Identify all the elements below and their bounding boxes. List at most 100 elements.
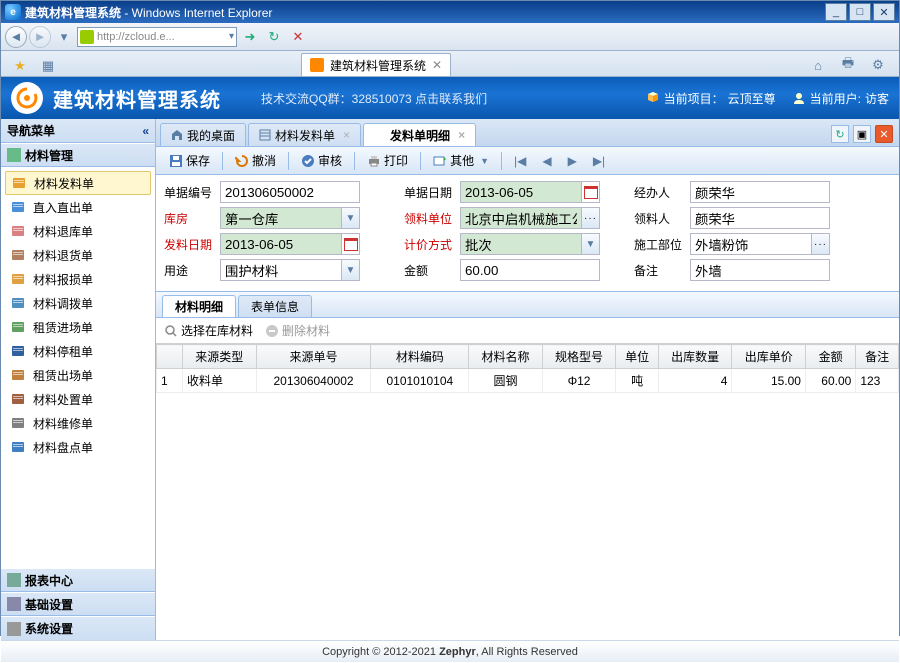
- grid-header-6[interactable]: 单位: [616, 345, 659, 369]
- site-icon: [80, 30, 94, 44]
- grid-header-2[interactable]: 来源单号: [256, 345, 371, 369]
- delete-icon: [265, 324, 279, 338]
- calc-method-dropdown[interactable]: ▼: [582, 233, 600, 255]
- sidebar-item-8[interactable]: 租赁出场单: [1, 363, 155, 387]
- current-user[interactable]: 当前用户:访客: [792, 90, 889, 107]
- feeds-icon[interactable]: ▦: [37, 55, 59, 77]
- dropdown-history[interactable]: ▾: [53, 26, 75, 48]
- bill-no-field[interactable]: [220, 181, 360, 203]
- grid-header-3[interactable]: 材料编码: [371, 345, 469, 369]
- save-button[interactable]: 保存: [162, 150, 217, 172]
- sidebar-section-material[interactable]: 材料管理: [1, 143, 155, 167]
- window-title: 建筑材料管理系统: [25, 6, 121, 20]
- first-record-button[interactable]: |◀: [507, 150, 533, 172]
- tab-form-info[interactable]: 表单信息: [238, 295, 312, 317]
- tab-icon: [171, 129, 183, 141]
- send-date-picker[interactable]: [342, 233, 360, 255]
- last-record-button[interactable]: ▶|: [586, 150, 612, 172]
- ie-tab[interactable]: 建筑材料管理系统 ✕: [301, 53, 451, 76]
- sidebar-item-4[interactable]: 材料报损单: [1, 267, 155, 291]
- calc-method-field[interactable]: [460, 233, 582, 255]
- sidebar-item-10[interactable]: 材料维修单: [1, 411, 155, 435]
- sidebar-item-2[interactable]: 材料退库单: [1, 219, 155, 243]
- grid-header-0[interactable]: [157, 345, 183, 369]
- print-menu-icon[interactable]: 🖶: [837, 54, 859, 76]
- grid-header-8[interactable]: 出库单价: [732, 345, 806, 369]
- delete-material-button[interactable]: 删除材料: [265, 322, 330, 339]
- current-project[interactable]: 当前项目：云顶至尊: [646, 90, 776, 107]
- tab-label: 材料发料单: [275, 127, 335, 144]
- send-date-field[interactable]: [220, 233, 342, 255]
- content-tab-1[interactable]: 材料发料单 ×: [248, 123, 361, 146]
- new-window-button[interactable]: ▣: [853, 125, 871, 143]
- sidebar-item-3[interactable]: 材料退货单: [1, 243, 155, 267]
- collapse-sidebar-icon[interactable]: «: [142, 124, 149, 138]
- minimize-button[interactable]: _: [825, 3, 847, 21]
- prev-record-button[interactable]: ◀: [535, 150, 558, 172]
- grid-header-10[interactable]: 备注: [856, 345, 899, 369]
- sidebar-item-5[interactable]: 材料调拨单: [1, 291, 155, 315]
- back-button[interactable]: ◄: [5, 26, 27, 48]
- amount-field[interactable]: [460, 259, 600, 281]
- favorites-icon[interactable]: ★: [9, 55, 31, 77]
- content-tab-2[interactable]: 发料单明细×: [363, 123, 476, 146]
- tab-material-detail[interactable]: 材料明细: [162, 295, 236, 317]
- grid-header-1[interactable]: 来源类型: [183, 345, 257, 369]
- recv-person-field[interactable]: [690, 207, 830, 229]
- content-tab-0[interactable]: 我的桌面: [160, 123, 246, 146]
- close-all-button[interactable]: ✕: [875, 125, 893, 143]
- usage-dropdown[interactable]: ▼: [342, 259, 360, 281]
- other-button[interactable]: 其他▼: [426, 150, 496, 172]
- recv-unit-field[interactable]: [460, 207, 582, 229]
- forward-button[interactable]: ►: [29, 26, 51, 48]
- sidebar-item-11[interactable]: 材料盘点单: [1, 435, 155, 459]
- tools-icon[interactable]: ⚙: [867, 54, 889, 76]
- warehouse-dropdown[interactable]: ▼: [342, 207, 360, 229]
- tab-close-icon[interactable]: ×: [458, 128, 465, 142]
- cancel-button[interactable]: 撤消: [228, 150, 283, 172]
- sidebar-item-1[interactable]: 直入直出单: [1, 195, 155, 219]
- send-date-label: 发料日期: [164, 236, 220, 253]
- sidebar-section-report[interactable]: 报表中心: [1, 568, 155, 592]
- grid-header-4[interactable]: 材料名称: [469, 345, 543, 369]
- sidebar-item-9[interactable]: 材料处置单: [1, 387, 155, 411]
- sidebar-section-basic[interactable]: 基础设置: [1, 592, 155, 616]
- sidebar-item-label: 材料退货单: [33, 247, 93, 264]
- tab-close-icon[interactable]: ×: [343, 128, 350, 142]
- refresh-tab-button[interactable]: ↻: [831, 125, 849, 143]
- select-stock-button[interactable]: 选择在库材料: [164, 322, 253, 339]
- recv-unit-lookup[interactable]: ···: [582, 207, 600, 229]
- grid-header-9[interactable]: 金额: [805, 345, 855, 369]
- grid-header-7[interactable]: 出库数量: [658, 345, 732, 369]
- app-header: 建筑材料管理系统 技术交流QQ群：328510073 点击联系我们 当前项目：云…: [1, 77, 899, 119]
- refresh-button[interactable]: ↻: [263, 26, 285, 48]
- stop-button[interactable]: ✕: [287, 26, 309, 48]
- ie-tab-close[interactable]: ✕: [432, 58, 442, 72]
- qq-group-info[interactable]: 技术交流QQ群：328510073 点击联系我们: [261, 90, 487, 107]
- handler-label: 经办人: [634, 184, 690, 201]
- warehouse-field[interactable]: [220, 207, 342, 229]
- close-window-button[interactable]: ✕: [873, 3, 895, 21]
- dept-lookup[interactable]: ···: [812, 233, 830, 255]
- maximize-button[interactable]: □: [849, 3, 871, 21]
- dept-field[interactable]: [690, 233, 812, 255]
- print-button[interactable]: 打印: [360, 150, 415, 172]
- sidebar-item-6[interactable]: 租赁进场单: [1, 315, 155, 339]
- usage-field[interactable]: [220, 259, 342, 281]
- sidebar-item-icon: [11, 440, 27, 454]
- table-row[interactable]: 1收料单2013060400020101010104圆钢Φ12吨415.0060…: [157, 369, 899, 393]
- go-button[interactable]: ➜: [239, 26, 261, 48]
- next-record-button[interactable]: ▶: [561, 150, 584, 172]
- bill-date-field[interactable]: [460, 181, 582, 203]
- audit-button[interactable]: 审核: [294, 150, 349, 172]
- remark-field[interactable]: [690, 259, 830, 281]
- home-icon[interactable]: ⌂: [807, 54, 829, 76]
- bill-date-picker[interactable]: [582, 181, 600, 203]
- sidebar-section-system[interactable]: 系统设置: [1, 616, 155, 640]
- sidebar-item-0[interactable]: 材料发料单: [5, 171, 151, 195]
- handler-field[interactable]: [690, 181, 830, 203]
- address-bar[interactable]: http://zcloud.e... ▾: [77, 27, 237, 47]
- ie-icon: e: [5, 4, 21, 20]
- sidebar-item-7[interactable]: 材料停租单: [1, 339, 155, 363]
- grid-header-5[interactable]: 规格型号: [542, 345, 616, 369]
